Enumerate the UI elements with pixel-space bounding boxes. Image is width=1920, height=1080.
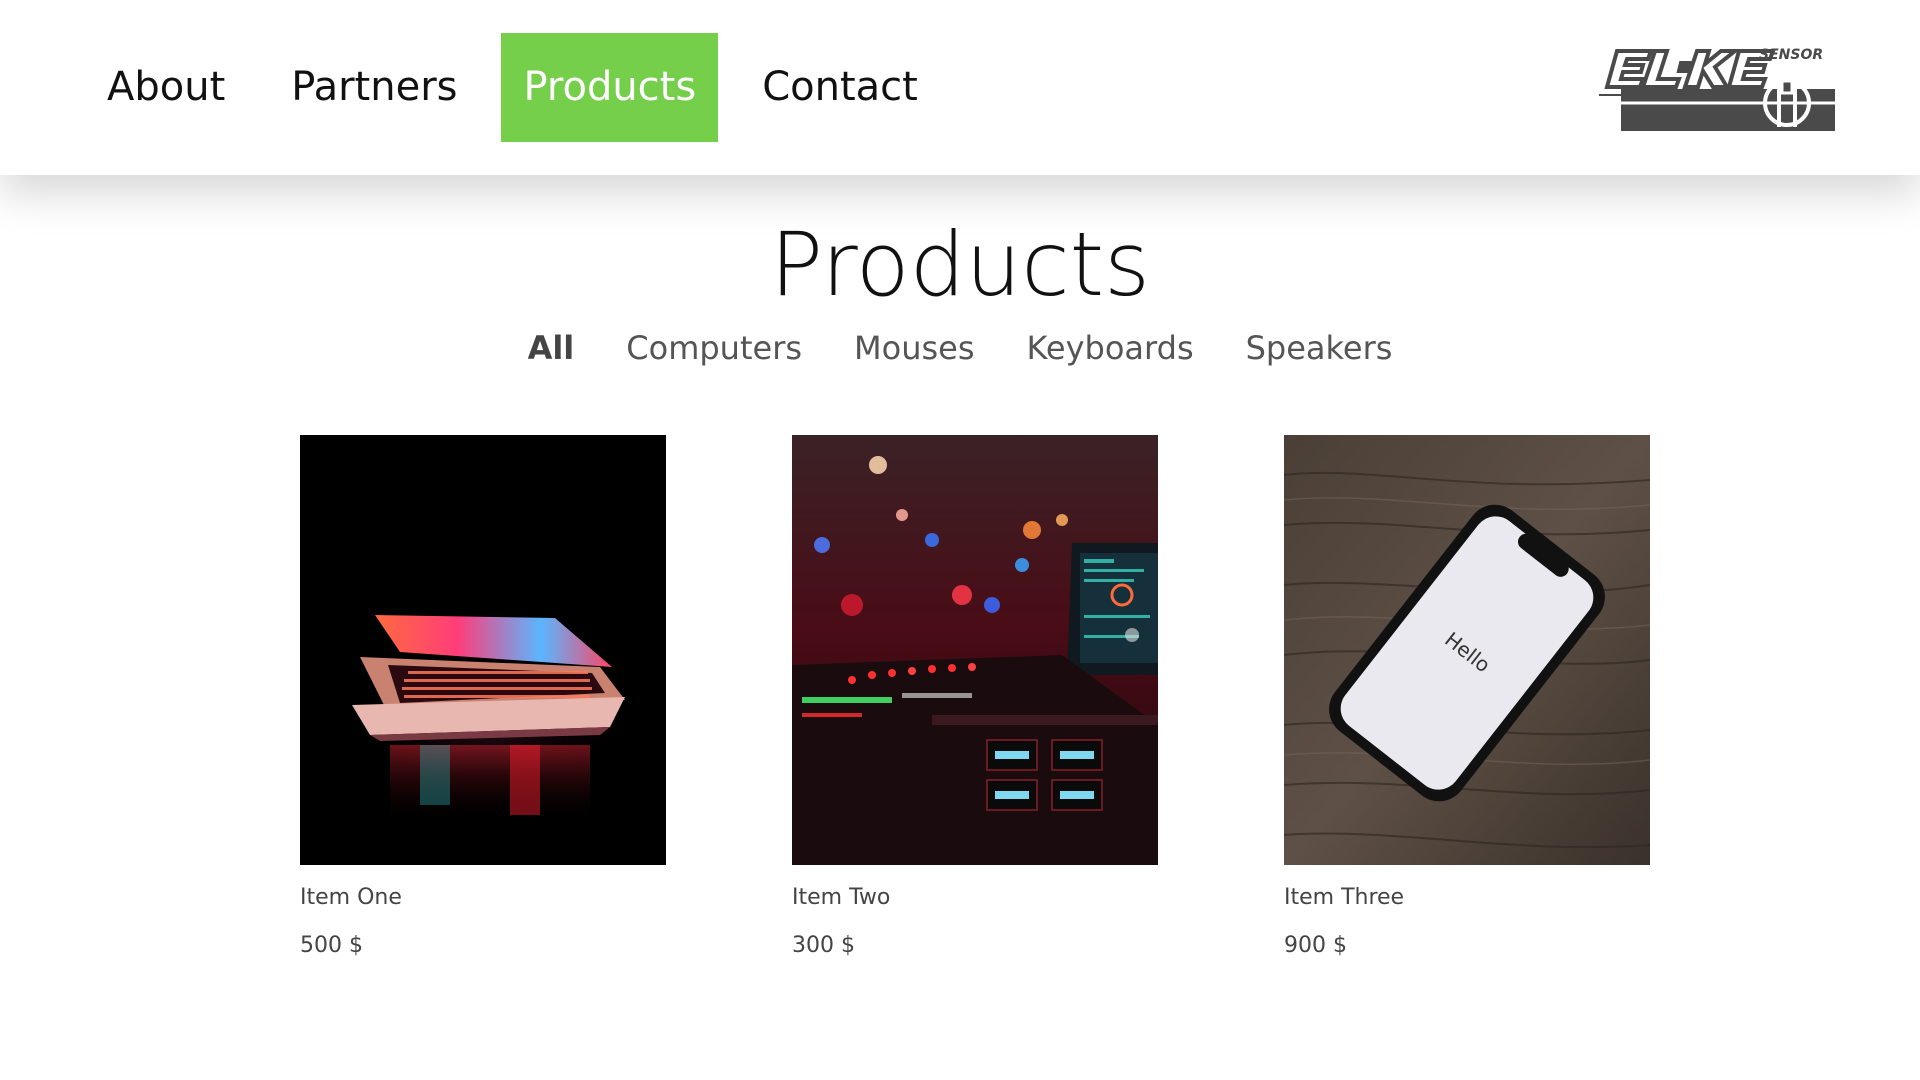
filter-speakers[interactable]: Speakers: [1246, 323, 1393, 373]
product-card[interactable]: Hello Item Three 900 $: [1284, 435, 1650, 961]
filter-all[interactable]: All: [528, 323, 575, 373]
product-card[interactable]: Item Two 300 $: [792, 435, 1158, 961]
main-content: Products All Computers Mouses Keyboards …: [0, 175, 1920, 1080]
dj-equipment-photo[interactable]: [792, 435, 1158, 865]
logo-subtext: SENSOR: [1759, 47, 1823, 63]
category-filters: All Computers Mouses Keyboards Speakers: [0, 323, 1920, 373]
product-price: 300 $: [792, 933, 855, 958]
nav-link-about[interactable]: About: [85, 33, 247, 142]
nav-links: About Partners Products Contact: [85, 33, 962, 142]
filter-mouses[interactable]: Mouses: [854, 323, 975, 373]
product-card[interactable]: Item One 500 $: [300, 435, 666, 961]
nav-link-partners[interactable]: Partners: [269, 33, 479, 142]
elke-sensor-logo-icon: SENSOR: [1599, 47, 1835, 131]
product-price: 500 $: [300, 933, 363, 958]
product-name[interactable]: Item One: [300, 883, 666, 913]
laptop-photo[interactable]: [300, 435, 666, 865]
filter-keyboards[interactable]: Keyboards: [1027, 323, 1194, 373]
smartphone-photo[interactable]: Hello: [1284, 435, 1650, 865]
product-grid: Item One 500 $ Item Two 300 $ Hello Item…: [300, 435, 1650, 961]
company-logo[interactable]: SENSOR: [1599, 47, 1835, 131]
product-price: 900 $: [1284, 933, 1347, 958]
nav-link-products[interactable]: Products: [501, 33, 719, 142]
product-name[interactable]: Item Two: [792, 883, 1158, 913]
product-name[interactable]: Item Three: [1284, 883, 1650, 913]
nav-link-contact[interactable]: Contact: [740, 33, 940, 142]
page-title: Products: [770, 213, 1150, 316]
navbar: About Partners Products Contact SENSOR: [0, 0, 1920, 175]
filter-computers[interactable]: Computers: [626, 323, 802, 373]
